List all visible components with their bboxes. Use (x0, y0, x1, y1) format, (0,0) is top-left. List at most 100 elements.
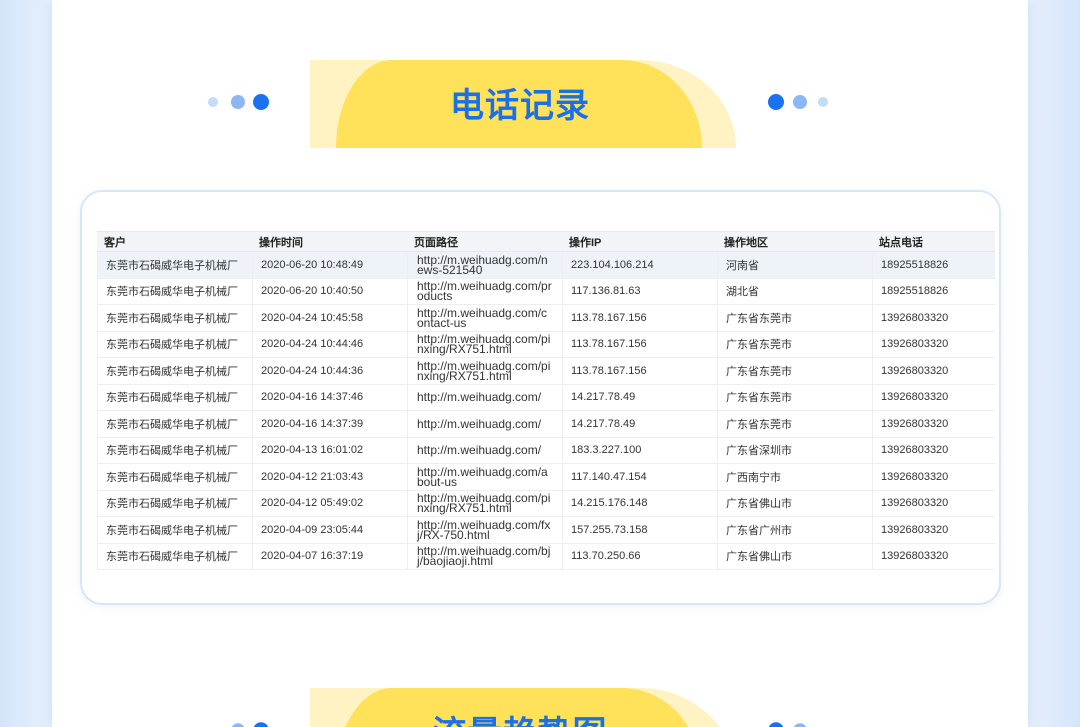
path-cell: http://m.weihuadg.com/pinxing/RX751.html (407, 358, 562, 384)
time-cell: 2020-06-20 10:40:50 (252, 278, 407, 304)
page-path-text: http://m.weihuadg.com/products (417, 279, 552, 304)
phone-cell: 18925518826 (872, 278, 995, 304)
page-path-text: http://m.weihuadg.com/pinxing/RX751.html (417, 332, 551, 357)
phone-cell: 13926803320 (872, 411, 995, 437)
decor-dot-right-large (768, 722, 784, 727)
decor-dot-left-large (253, 94, 269, 110)
table-row: 东莞市石碣威华电子机械厂 2020-04-24 10:44:46 http://… (97, 331, 995, 358)
time-cell: 2020-04-16 14:37:39 (252, 411, 407, 437)
section-title-traffic: 流量趋势图 (300, 712, 740, 727)
table-header-row: 客户 操作时间 页面路径 操作IP 操作地区 站点电话 (97, 231, 995, 252)
ip-cell: 14.217.78.49 (562, 411, 717, 437)
time-cell: 2020-04-09 23:05:44 (252, 517, 407, 543)
customer-cell: 东莞市石碣威华电子机械厂 (97, 437, 252, 463)
time-cell: 2020-04-07 16:37:19 (252, 543, 407, 569)
column-header-time: 操作时间 (259, 236, 303, 249)
page-path-text: http://m.weihuadg.com/ (417, 443, 542, 458)
phone-cell: 13926803320 (872, 464, 995, 490)
path-cell: http://m.weihuadg.com/bjj/baojiaoji.html (407, 543, 562, 569)
decor-dot-left-medium (231, 723, 245, 727)
region-cell: 广东省佛山市 (717, 490, 872, 516)
customer-cell: 东莞市石碣威华电子机械厂 (97, 278, 252, 304)
column-header-region: 操作地区 (724, 236, 768, 249)
phone-cell: 13926803320 (872, 331, 995, 357)
decor-dot-right-small (818, 97, 828, 107)
phone-cell: 13926803320 (872, 490, 995, 516)
region-cell: 广东省广州市 (717, 517, 872, 543)
time-cell: 2020-06-20 10:48:49 (252, 252, 407, 278)
phone-cell: 13926803320 (872, 543, 995, 569)
path-cell: http://m.weihuadg.com/ (407, 384, 562, 410)
time-cell: 2020-04-24 10:44:46 (252, 331, 407, 357)
ip-cell: 183.3.227.100 (562, 437, 717, 463)
ip-cell: 117.140.47.154 (562, 464, 717, 490)
path-cell: http://m.weihuadg.com/news-521540 (407, 252, 562, 278)
region-cell: 广西南宁市 (717, 464, 872, 490)
region-cell: 河南省 (717, 252, 872, 278)
customer-cell: 东莞市石碣威华电子机械厂 (97, 490, 252, 516)
phone-cell: 13926803320 (872, 305, 995, 331)
ip-cell: 113.70.250.66 (562, 543, 717, 569)
path-cell: http://m.weihuadg.com/products (407, 278, 562, 304)
phone-cell: 13926803320 (872, 358, 995, 384)
time-cell: 2020-04-13 16:01:02 (252, 437, 407, 463)
decor-dot-right-large (768, 94, 784, 110)
region-cell: 湖北省 (717, 278, 872, 304)
region-cell: 广东省东莞市 (717, 411, 872, 437)
customer-cell: 东莞市石碣威华电子机械厂 (97, 384, 252, 410)
ip-cell: 113.78.167.156 (562, 331, 717, 357)
table-row: 东莞市石碣威华电子机械厂 2020-06-20 10:48:49 http://… (97, 252, 995, 279)
path-cell: http://m.weihuadg.com/ (407, 437, 562, 463)
ip-cell: 113.78.167.156 (562, 305, 717, 331)
ip-cell: 14.215.176.148 (562, 490, 717, 516)
column-header-phone: 站点电话 (879, 236, 923, 249)
page-path-text: http://m.weihuadg.com/news-521540 (417, 252, 548, 277)
customer-cell: 东莞市石碣威华电子机械厂 (97, 411, 252, 437)
customer-cell: 东莞市石碣威华电子机械厂 (97, 305, 252, 331)
page-path-text: http://m.weihuadg.com/bjj/baojiaoji.html (417, 544, 551, 569)
page-path-text: http://m.weihuadg.com/ (417, 416, 542, 431)
page-path-text: http://m.weihuadg.com/pinxing/RX751.html (417, 358, 551, 383)
table-row: 东莞市石碣威华电子机械厂 2020-04-12 21:03:43 http://… (97, 464, 995, 491)
table-row: 东莞市石碣威华电子机械厂 2020-04-16 14:37:46 http://… (97, 384, 995, 411)
time-cell: 2020-04-12 21:03:43 (252, 464, 407, 490)
path-cell: http://m.weihuadg.com/pinxing/RX751.html (407, 490, 562, 516)
column-header-customer: 客户 (104, 236, 126, 249)
path-cell: http://m.weihuadg.com/about-us (407, 464, 562, 490)
page-path-text: http://m.weihuadg.com/about-us (417, 464, 548, 489)
customer-cell: 东莞市石碣威华电子机械厂 (97, 543, 252, 569)
customer-cell: 东莞市石碣威华电子机械厂 (97, 464, 252, 490)
time-cell: 2020-04-24 10:45:58 (252, 305, 407, 331)
time-cell: 2020-04-24 10:44:36 (252, 358, 407, 384)
region-cell: 广东省东莞市 (717, 384, 872, 410)
phone-cell: 13926803320 (872, 384, 995, 410)
table-row: 东莞市石碣威华电子机械厂 2020-04-16 14:37:39 http://… (97, 411, 995, 438)
path-cell: http://m.weihuadg.com/pinxing/RX751.html (407, 331, 562, 357)
table-row: 东莞市石碣威华电子机械厂 2020-04-07 16:37:19 http://… (97, 543, 995, 570)
ip-cell: 223.104.106.214 (562, 252, 717, 278)
section-title: 电话记录 (450, 87, 590, 125)
customer-cell: 东莞市石碣威华电子机械厂 (97, 252, 252, 278)
path-cell: http://m.weihuadg.com/contact-us (407, 305, 562, 331)
page-path-text: http://m.weihuadg.com/fxj/RX-750.html (417, 517, 551, 542)
column-header-ip: 操作IP (569, 236, 602, 249)
path-cell: http://m.weihuadg.com/fxj/RX-750.html (407, 517, 562, 543)
region-cell: 广东省东莞市 (717, 305, 872, 331)
phone-records-table: 客户 操作时间 页面路径 操作IP 操作地区 站点电话 东莞市石碣威华电子机械厂… (97, 231, 995, 570)
ip-cell: 113.78.167.156 (562, 358, 717, 384)
ip-cell: 157.255.73.158 (562, 517, 717, 543)
region-cell: 广东省东莞市 (717, 358, 872, 384)
table-row: 东莞市石碣威华电子机械厂 2020-06-20 10:40:50 http://… (97, 278, 995, 305)
decor-dot-right-medium (793, 723, 807, 727)
time-cell: 2020-04-12 05:49:02 (252, 490, 407, 516)
page-path-text: http://m.weihuadg.com/ (417, 390, 542, 405)
table-row: 东莞市石碣威华电子机械厂 2020-04-24 10:45:58 http://… (97, 305, 995, 332)
decor-dot-left-large (253, 722, 269, 727)
table-row: 东莞市石碣威华电子机械厂 2020-04-24 10:44:36 http://… (97, 358, 995, 385)
table-row: 东莞市石碣威华电子机械厂 2020-04-09 23:05:44 http://… (97, 517, 995, 544)
customer-cell: 东莞市石碣威华电子机械厂 (97, 358, 252, 384)
decor-dot-left-medium (231, 95, 245, 109)
column-header-path: 页面路径 (414, 236, 458, 249)
decor-dot-right-medium (793, 95, 807, 109)
customer-cell: 东莞市石碣威华电子机械厂 (97, 331, 252, 357)
